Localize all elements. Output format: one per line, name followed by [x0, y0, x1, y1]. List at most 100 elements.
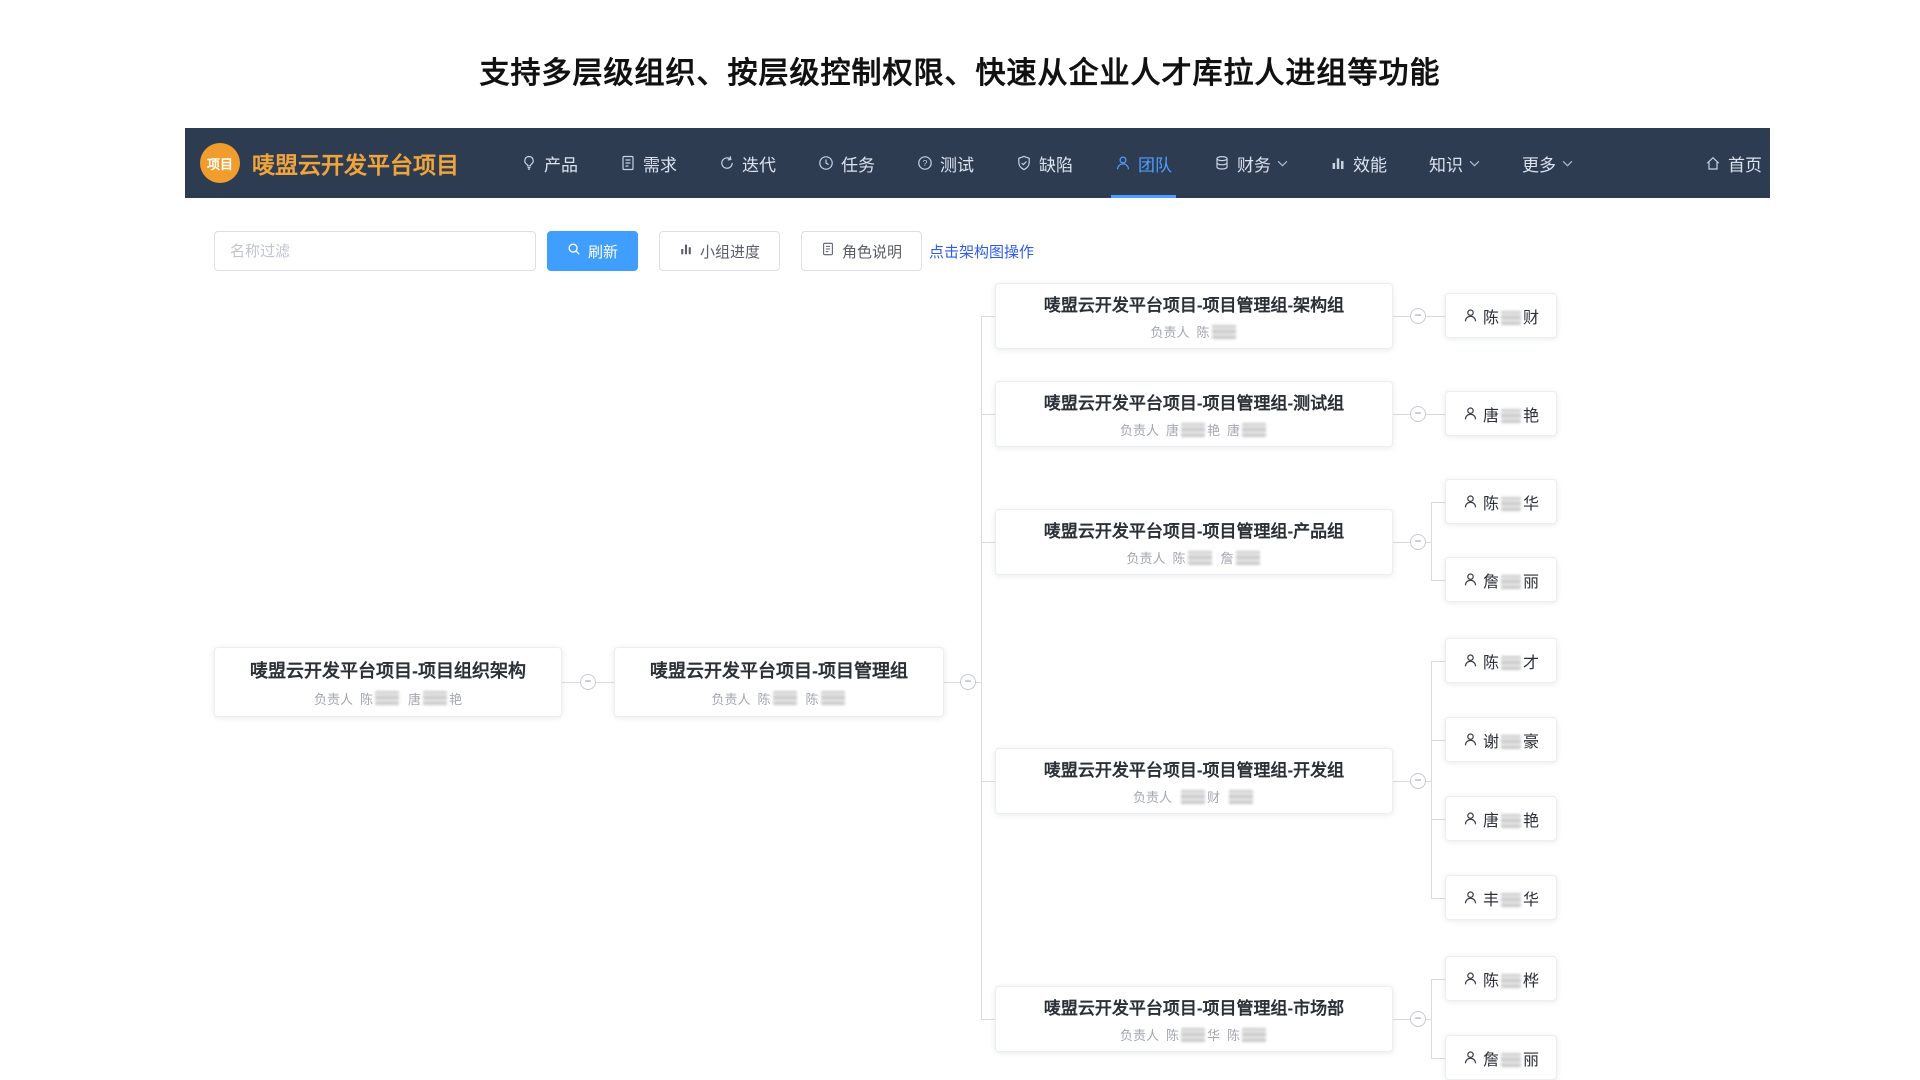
cycle-icon [719, 155, 735, 171]
connector-line [981, 414, 995, 415]
org-group-node[interactable]: 唛盟云开发平台项目-项目管理组-测试组负责人唐艳唐 [995, 381, 1393, 447]
node-owner: 负责人陈华陈 [1120, 1025, 1268, 1044]
owner-name: 陈 [360, 689, 401, 708]
chevron-down-icon [1562, 160, 1573, 167]
member-card[interactable]: 陈才 [1445, 638, 1557, 683]
blurred-name [1501, 974, 1521, 988]
team-toolbar: 刷新 小组进度 角色说明 点击架构图操作 [214, 231, 1034, 271]
collapse-toggle-icon[interactable]: − [1410, 773, 1426, 789]
collapse-toggle-icon[interactable]: − [1410, 534, 1426, 550]
org-group-node[interactable]: 唛盟云开发平台项目-项目管理组-架构组负责人陈 [995, 283, 1393, 349]
connector-line [1393, 316, 1410, 317]
connector-line [1431, 502, 1445, 503]
nav-item-knowledge[interactable]: 知识 [1429, 128, 1480, 198]
blurred-name [1181, 790, 1205, 804]
chart-operation-link[interactable]: 点击架构图操作 [929, 241, 1034, 262]
person-icon [1463, 1050, 1478, 1065]
connector-line [1393, 781, 1410, 782]
collapse-toggle-icon[interactable]: − [580, 674, 596, 690]
member-card[interactable]: 陈财 [1445, 293, 1557, 338]
bulb-icon [521, 155, 537, 171]
blurred-name [1181, 1028, 1205, 1042]
blurred-name [1242, 1028, 1266, 1042]
node-owner: 负责人陈唐艳 [314, 689, 462, 708]
person-icon [1463, 732, 1478, 747]
node-title: 唛盟云开发平台项目-项目管理组-市场部 [1044, 994, 1344, 1019]
nav-item-home[interactable]: 首页 [1705, 128, 1762, 198]
member-name: 陈桦 [1483, 967, 1539, 991]
nav-item-test[interactable]: ?测试 [917, 128, 974, 198]
nav-item-product[interactable]: 产品 [521, 128, 578, 198]
nav-item-requirement[interactable]: 需求 [620, 128, 677, 198]
nav-item-task[interactable]: 任务 [818, 128, 875, 198]
nav-item-team[interactable]: 团队 [1115, 128, 1172, 198]
nav-item-label: 产品 [544, 151, 578, 176]
member-card[interactable]: 陈华 [1445, 479, 1557, 524]
owner-label: 负责人 [1126, 548, 1165, 567]
member-card[interactable]: 詹丽 [1445, 557, 1557, 602]
member-name: 陈华 [1483, 490, 1539, 514]
person-icon [1463, 971, 1478, 986]
blurred-name [1501, 1053, 1521, 1067]
owner-label: 负责人 [1120, 1025, 1159, 1044]
connector-line [944, 682, 960, 683]
connector-line [981, 316, 995, 317]
org-group-node[interactable]: 唛盟云开发平台项目-项目管理组-市场部负责人陈华陈 [995, 986, 1393, 1052]
blurred-name [1501, 656, 1521, 670]
connector-line [981, 542, 995, 543]
nav-item-label: 财务 [1237, 151, 1271, 176]
org-group-node[interactable]: 唛盟云开发平台项目-项目管理组-产品组负责人陈詹 [995, 509, 1393, 575]
blurred-name [821, 691, 845, 705]
org-root-node[interactable]: 唛盟云开发平台项目-项目组织架构负责人陈唐艳 [214, 647, 562, 717]
collapse-toggle-icon[interactable]: − [1410, 1011, 1426, 1027]
svg-text:?: ? [923, 158, 928, 168]
member-name: 唐艳 [1483, 807, 1539, 831]
group-progress-button[interactable]: 小组进度 [659, 231, 780, 271]
member-card[interactable]: 詹丽 [1445, 1035, 1557, 1080]
shield-icon [1016, 155, 1032, 171]
member-card[interactable]: 唐艳 [1445, 391, 1557, 436]
nav-item-label: 首页 [1728, 151, 1762, 176]
blurred-name [1501, 814, 1521, 828]
connector-line [1431, 502, 1432, 580]
connector-line [596, 682, 614, 683]
bar-chart-icon [679, 242, 693, 260]
nav-item-more[interactable]: 更多 [1522, 128, 1573, 198]
nav-item-iteration[interactable]: 迭代 [719, 128, 776, 198]
nav-menu: 产品需求迭代任务?测试缺陷团队财务效能知识更多首页 [521, 128, 1752, 198]
refresh-button[interactable]: 刷新 [547, 231, 638, 271]
node-title: 唛盟云开发平台项目-项目管理组-测试组 [1044, 389, 1344, 414]
member-card[interactable]: 陈桦 [1445, 956, 1557, 1001]
nav-item-label: 更多 [1522, 151, 1556, 176]
role-description-button[interactable]: 角色说明 [801, 231, 922, 271]
nav-item-label: 需求 [643, 151, 677, 176]
collapse-toggle-icon[interactable]: − [1410, 308, 1426, 324]
nav-item-performance[interactable]: 效能 [1330, 128, 1387, 198]
person-icon [1463, 890, 1478, 905]
person-icon [1463, 811, 1478, 826]
refresh-label: 刷新 [588, 241, 618, 262]
owner-name: 詹 [1221, 548, 1262, 567]
member-card[interactable]: 唐艳 [1445, 796, 1557, 841]
member-card[interactable]: 谢豪 [1445, 717, 1557, 762]
connector-line [1431, 1058, 1445, 1059]
blurred-name [1501, 893, 1521, 907]
member-name: 陈财 [1483, 304, 1539, 328]
org-group-node[interactable]: 唛盟云开发平台项目-项目管理组-开发组负责人财 [995, 748, 1393, 814]
name-filter-input[interactable] [214, 231, 536, 271]
member-card[interactable]: 丰华 [1445, 875, 1557, 920]
collapse-toggle-icon[interactable]: − [1410, 406, 1426, 422]
person-icon [1463, 653, 1478, 668]
nav-item-label: 效能 [1353, 151, 1387, 176]
collapse-toggle-icon[interactable]: − [960, 674, 976, 690]
blurred-name [1188, 551, 1212, 565]
nav-item-defect[interactable]: 缺陷 [1016, 128, 1073, 198]
org-manager-node[interactable]: 唛盟云开发平台项目-项目管理组负责人陈陈 [614, 647, 944, 717]
owner-label: 负责人 [711, 689, 750, 708]
owner-name: 唐艳 [408, 689, 462, 708]
connector-line [1431, 898, 1445, 899]
nav-item-label: 缺陷 [1039, 151, 1073, 176]
owner-name: 陈 [1172, 548, 1213, 567]
blurred-name [1242, 423, 1266, 437]
nav-item-finance[interactable]: 财务 [1214, 128, 1288, 198]
